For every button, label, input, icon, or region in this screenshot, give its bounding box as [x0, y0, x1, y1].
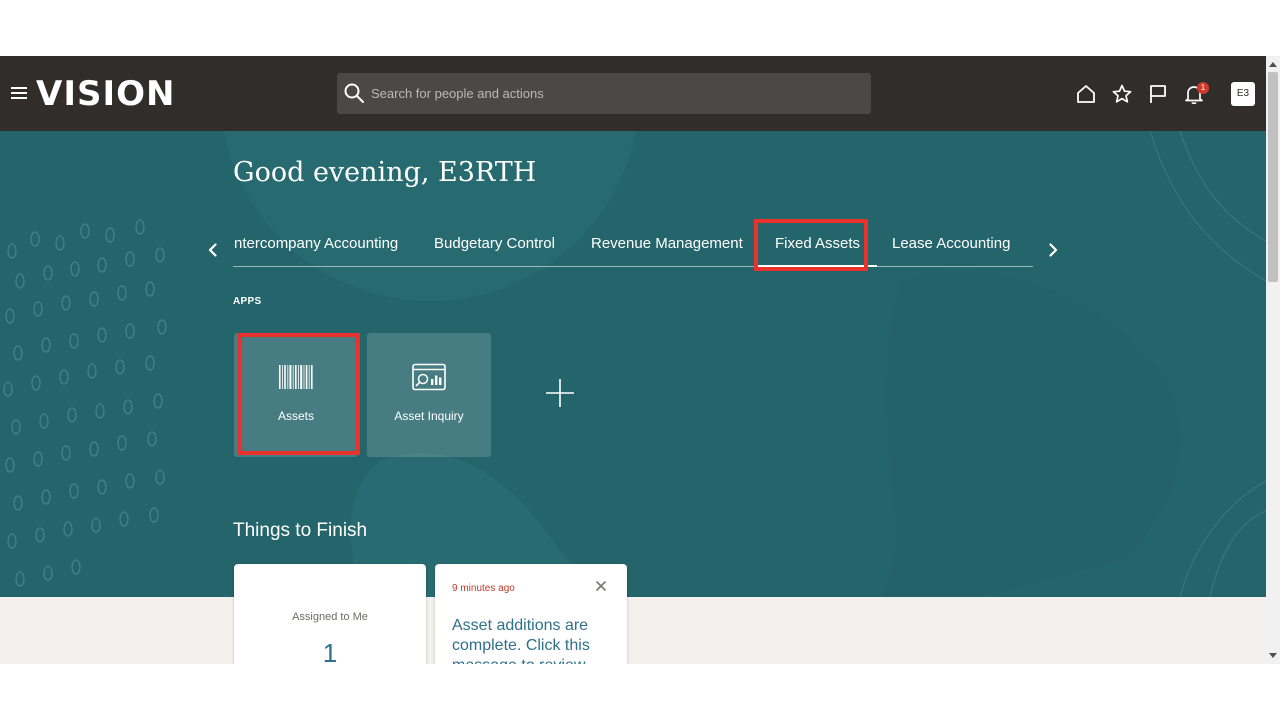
things-to-finish-heading: Things to Finish [233, 520, 368, 541]
search-input[interactable] [371, 73, 861, 114]
notification-message[interactable]: Asset additions are complete. Click this… [452, 616, 612, 664]
scroll-down-arrow[interactable] [1269, 653, 1277, 658]
tab-intercompany-accounting[interactable]: ntercompany Accounting [234, 235, 398, 253]
asset-inquiry-icon [412, 363, 446, 391]
app-tile-assets[interactable]: Assets [234, 333, 358, 457]
app-tile-asset-inquiry[interactable]: Asset Inquiry [367, 333, 491, 457]
tab-lease-accounting[interactable]: Lease Accounting [892, 235, 1010, 253]
selected-tab-indicator [755, 265, 877, 267]
assigned-to-me-card[interactable]: Assigned to Me 1 [234, 564, 426, 664]
tab-budgetary-control[interactable]: Budgetary Control [434, 235, 555, 253]
global-search[interactable] [337, 73, 871, 114]
flag-icon[interactable] [1147, 83, 1169, 105]
notification-count-badge: 1 [1197, 82, 1209, 94]
barcode-icon [279, 365, 313, 389]
chevron-right-icon[interactable] [1045, 242, 1061, 258]
greeting-heading: Good evening, E3RTH [233, 157, 537, 188]
plus-icon[interactable] [544, 377, 576, 409]
bottom-background [0, 597, 1266, 664]
tab-revenue-management[interactable]: Revenue Management [591, 235, 743, 253]
global-header: VISION 1 E3 [0, 56, 1266, 131]
home-icon[interactable] [1075, 83, 1097, 105]
assigned-count[interactable]: 1 [234, 638, 426, 664]
scroll-up-arrow[interactable] [1269, 62, 1277, 67]
app-tile-label: Asset Inquiry [394, 409, 464, 423]
welcome-panel: Good evening, E3RTH ntercompany Accounti… [0, 131, 1266, 597]
apps-heading: APPS [233, 296, 262, 307]
card-title: Assigned to Me [292, 611, 368, 623]
notification-time: 9 minutes ago [452, 583, 515, 594]
app-viewport: VISION 1 E3 [0, 56, 1266, 664]
page-scrollbar[interactable] [1266, 56, 1280, 664]
menu-icon[interactable] [11, 86, 29, 100]
star-icon[interactable] [1111, 83, 1133, 105]
notification-card[interactable]: 9 minutes ago Asset additions are comple… [435, 564, 627, 664]
app-tile-label: Assets [277, 409, 314, 423]
user-avatar[interactable]: E3 [1231, 82, 1255, 106]
background-pattern [3, 131, 1266, 597]
chevron-left-icon[interactable] [205, 242, 221, 258]
scroll-thumb[interactable] [1268, 72, 1278, 282]
close-icon[interactable] [594, 579, 608, 593]
tab-fixed-assets[interactable]: Fixed Assets [775, 235, 860, 253]
search-icon [344, 83, 364, 103]
vision-logo[interactable]: VISION [36, 74, 175, 114]
springboard-tab-strip: ntercompany Accounting Budgetary Control… [233, 223, 1033, 267]
